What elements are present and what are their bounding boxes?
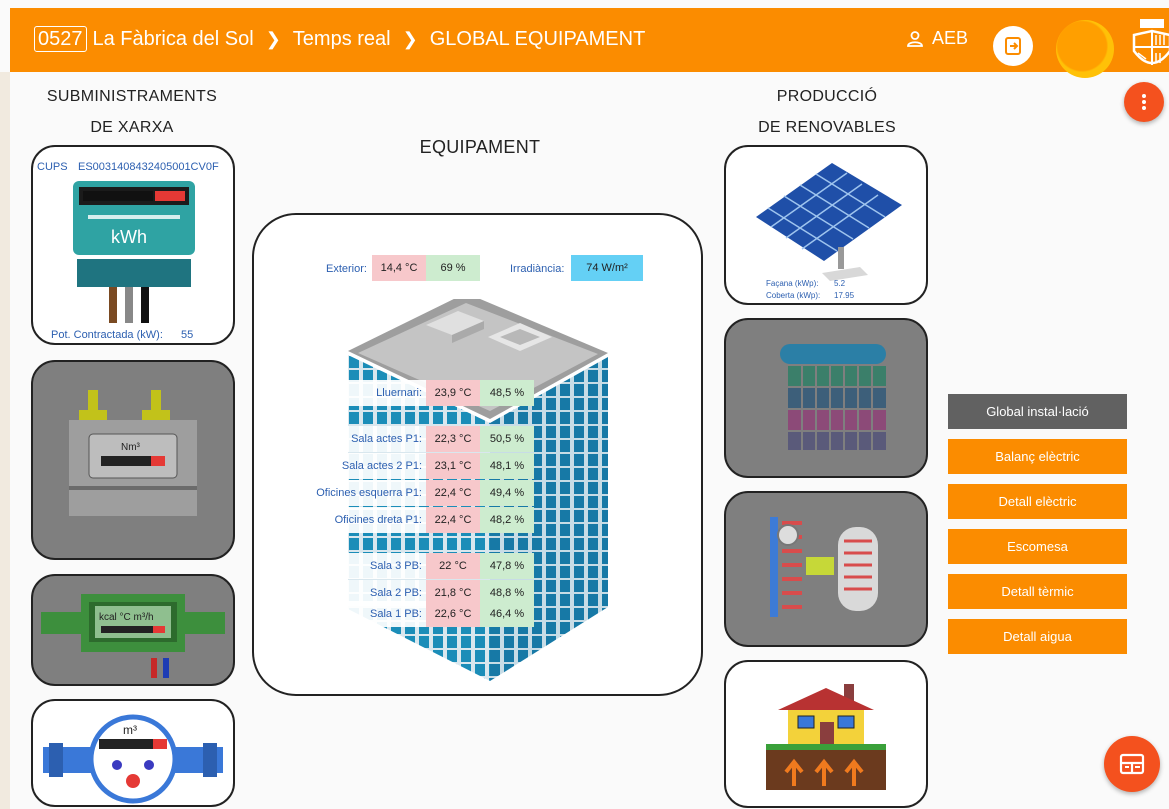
gas-unit: Nm³ (121, 442, 140, 453)
thermal-unit: kcal °C m³/h (99, 612, 154, 623)
menu-detall-termic[interactable]: Detall tèrmic (948, 574, 1127, 609)
menu-escomesa[interactable]: Escomesa (948, 529, 1127, 564)
gas-meter-card[interactable]: Nm³ (31, 360, 235, 560)
heat-pump-card[interactable] (724, 491, 928, 647)
exterior-temp: 14,4 °C (372, 255, 426, 281)
menu-detall-aigua[interactable]: Detall aigua (948, 619, 1127, 654)
top-bar: 0527 La Fàbrica del Sol ❯ Temps real ❯ G… (10, 8, 1169, 78)
user-icon (907, 30, 923, 47)
breadcrumb-temps-real[interactable]: Temps real (293, 28, 391, 51)
main-title: EQUIPAMENT (419, 137, 541, 157)
solar-thermal-card[interactable] (724, 318, 928, 478)
user-name: AEB (932, 28, 969, 48)
left-title-1: SUBMINISTRAMENTS (46, 88, 218, 105)
room-row-oficines-esquerra-p1[interactable]: Oficines esquerra P1: 22,4 °C 49,4 % (292, 480, 534, 506)
room-row-oficines-dreta-p1[interactable]: Oficines dreta P1: 22,4 °C 48,2 % (292, 507, 534, 533)
room-row-sala-actes-p1[interactable]: Sala actes P1: 22,3 °C 50,5 % (292, 426, 534, 452)
city-crest-logo (1132, 19, 1169, 65)
breadcrumb-site[interactable]: La Fàbrica del Sol (93, 28, 254, 51)
heat-pump-icon (770, 517, 878, 617)
dashboard-icon (1119, 753, 1145, 775)
cups-label: CUPS (37, 161, 68, 173)
building-panel: Exterior: 14,4 °C 69 % Irradiància: 74 W… (252, 213, 703, 696)
menu-detall-electric[interactable]: Detall elèctric (948, 484, 1127, 519)
pot-contractada-value: 55 (181, 329, 194, 341)
sun-logo (1056, 20, 1114, 78)
gas-meter-icon (69, 390, 197, 516)
room-row-sala-3-pb[interactable]: Sala 3 PB: 22 °C 47,8 % (292, 553, 534, 579)
exterior-humidity: 69 % (426, 255, 480, 281)
chevron-right-icon: ❯ (402, 28, 418, 49)
user-menu[interactable]: AEB (906, 28, 968, 49)
site-code: 0527 (34, 26, 87, 52)
solar-thermal-icon (780, 344, 886, 450)
facana-value: 5.2 (834, 279, 846, 288)
menu-global-installacio[interactable]: Global instal·lació (948, 394, 1127, 429)
thermal-meter-card[interactable]: kcal °C m³/h (31, 574, 235, 686)
left-title-2: DE XARXA (90, 119, 174, 136)
geothermal-card[interactable] (724, 660, 928, 808)
irradiance-label: Irradiància: (510, 263, 565, 275)
electric-meter-card[interactable]: CUPS ES0031408432405001CV0F kWh Pot. Con… (31, 145, 235, 345)
more-vert-icon (1142, 94, 1146, 110)
breadcrumb: 0527 La Fàbrica del Sol ❯ Temps real ❯ G… (34, 26, 645, 52)
coberta-label: Coberta (kWp): (766, 291, 821, 300)
menu-balanc-electric[interactable]: Balanç elèctric (948, 439, 1127, 474)
water-meter-card[interactable]: m³ (31, 699, 235, 807)
thermal-meter-icon (41, 594, 225, 678)
logout-icon (1005, 37, 1021, 55)
water-unit: m³ (123, 723, 137, 737)
more-options-button[interactable] (1124, 82, 1164, 122)
facana-label: Façana (kWp): (766, 279, 819, 288)
chevron-right-icon: ❯ (265, 28, 281, 49)
coberta-value: 17.95 (834, 291, 855, 300)
left-strip (0, 72, 10, 809)
dashboard-button[interactable] (1104, 736, 1160, 792)
right-title-2: DE RENOVABLES (758, 119, 896, 136)
exterior-label: Exterior: (326, 263, 367, 275)
logout-button[interactable] (993, 26, 1033, 66)
irradiance-value: 74 W/m² (571, 255, 643, 281)
breadcrumb-current: GLOBAL EQUIPAMENT (429, 27, 646, 50)
room-row-lluernari[interactable]: Lluernari: 23,9 °C 48,5 % (292, 380, 534, 406)
geothermal-house-icon (766, 684, 886, 790)
water-meter-icon (43, 714, 223, 804)
solar-pv-card[interactable]: Façana (kWp): 5.2 Coberta (kWp): 17.95 (724, 145, 928, 305)
room-row-sala-actes-2-p1[interactable]: Sala actes 2 P1: 23,1 °C 48,1 % (292, 453, 534, 479)
right-title-1: PRODUCCIÓ (776, 88, 878, 105)
cups-value: ES0031408432405001CV0F (78, 161, 219, 173)
kwh-label: kWh (111, 227, 147, 247)
room-row-sala-1-pb[interactable]: Sala 1 PB: 22,6 °C 46,4 % (292, 601, 534, 627)
pot-contractada-label: Pot. Contractada (kW): (51, 329, 163, 341)
solar-panel-icon (756, 163, 902, 281)
